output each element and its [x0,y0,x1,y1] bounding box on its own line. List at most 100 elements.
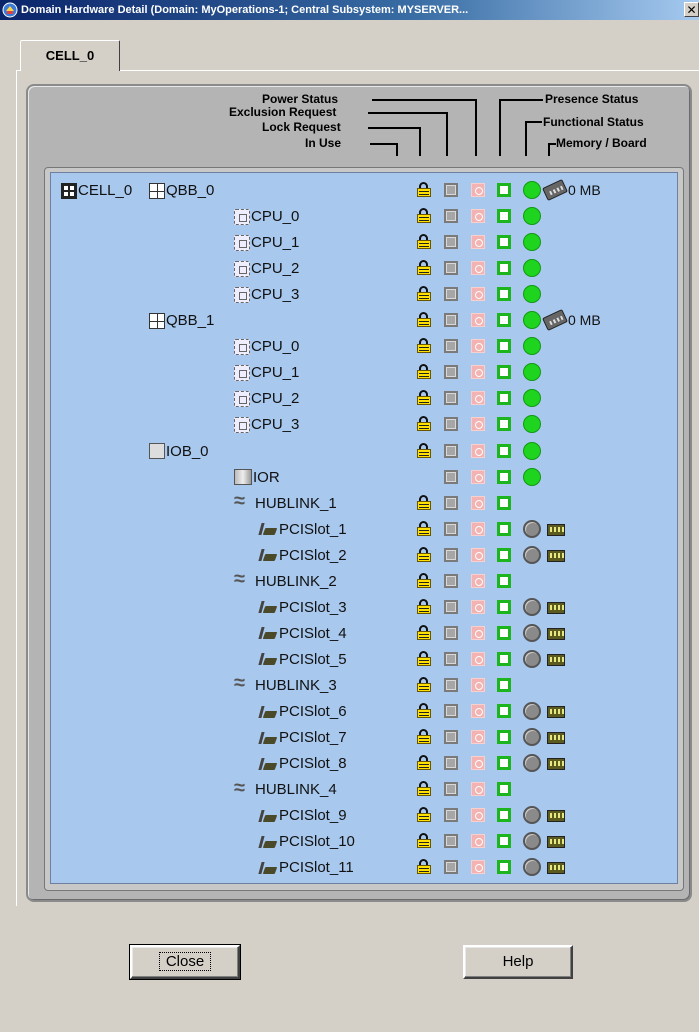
cpu-icon [234,234,250,251]
tree-row[interactable]: PCISlot_2 [51,543,677,569]
exclusion-request-icon [444,625,458,640]
tree-row[interactable]: CPU_3 [51,412,677,438]
tree-node[interactable]: IOB_0 [149,443,209,460]
tree-row[interactable]: HUBLINK_4 [51,777,677,803]
pci-slot-icon [258,860,278,876]
window-close-button[interactable]: ✕ [684,2,699,17]
exclusion-request-icon [444,365,458,380]
tree-node[interactable]: QBB_1 [149,312,214,329]
tree-row[interactable]: CPU_2 [51,386,677,412]
power-status-icon [471,625,485,640]
tree-node[interactable]: PCISlot_2 [258,547,347,564]
tree-node[interactable]: CPU_3 [234,286,299,303]
tree-node-label: QBB_1 [166,312,215,330]
tree-node[interactable]: HUBLINK_2 [234,568,337,591]
tree-row[interactable]: PCISlot_1 [51,517,677,543]
tree-row[interactable]: HUBLINK_2 [51,568,677,595]
unlocked-lock-icon [417,182,431,197]
tree-node[interactable]: CPU_0 [234,338,299,355]
tree-node[interactable]: CPU_1 [234,364,299,381]
tree-row[interactable]: QBB_1 0 MB [51,308,677,334]
tree-node[interactable]: IOR [234,469,280,486]
tree-node[interactable]: PCISlot_7 [258,729,347,746]
tree-node[interactable]: CPU_1 [234,234,299,251]
tree-node[interactable]: PCISlot_3 [258,599,347,616]
tree-node[interactable]: PCISlot_9 [258,807,347,824]
tree-row[interactable]: PCISlot_10 [51,829,677,855]
presence-status-icon [497,261,511,276]
pci-slot-icon [258,756,278,772]
power-status-icon [471,808,485,823]
power-status-icon [471,782,485,797]
slot-status-icon [523,832,541,851]
presence-status-icon [497,417,511,432]
tree-row[interactable]: PCISlot_7 [51,725,677,751]
tree-node[interactable]: CPU_2 [234,260,299,277]
tree-node-label: PCISlot_11 [279,859,354,877]
slot-status-icon [523,519,541,538]
presence-status-icon [497,469,511,484]
functional-status-icon [523,467,541,486]
tree-row[interactable]: IOR [51,465,677,491]
presence-status-icon [497,651,511,666]
tree-node[interactable]: PCISlot_10 [258,833,355,850]
tree-node[interactable]: QBB_0 [149,182,214,199]
tree-node[interactable]: HUBLINK_1 [234,490,337,513]
cpu-icon [234,286,250,303]
tree-row[interactable]: PCISlot_4 [51,621,677,647]
tree-node[interactable]: PCISlot_5 [258,651,347,668]
tree-row[interactable]: CPU_0 [51,204,677,230]
pci-slot-icon [258,651,278,667]
help-button[interactable]: Help [463,945,573,979]
tree-node[interactable]: HUBLINK_3 [234,672,337,695]
tree-row[interactable]: PCISlot_5 [51,647,677,673]
tree-row[interactable]: CPU_0 [51,334,677,360]
hublink-icon [234,568,254,591]
tree-row[interactable]: PCISlot_3 [51,595,677,621]
tree-row[interactable]: CELL_0 QBB_0 0 MB [51,178,677,204]
cell-icon [61,182,77,199]
presence-status-icon [497,756,511,771]
tree-node[interactable]: CPU_3 [234,416,299,433]
tree-node[interactable]: PCISlot_8 [258,755,347,772]
cpu-icon [234,390,250,407]
tree-node[interactable]: CPU_2 [234,390,299,407]
pci-slot-icon [258,625,278,641]
tree-row[interactable]: CPU_1 [51,360,677,386]
tree-node-cell[interactable]: CELL_0 [61,182,132,199]
power-status-icon [471,573,485,588]
exclusion-request-icon [444,495,458,510]
exclusion-request-icon [444,391,458,406]
tree-node[interactable]: HUBLINK_4 [234,777,337,800]
tree-row[interactable]: CPU_1 [51,230,677,256]
hardware-tree[interactable]: CELL_0 QBB_0 0 MB CPU_0 CPU_1 CPU_2 CPU_3 QBB_1… [50,172,678,884]
tree-row[interactable]: IOB_0 [51,439,677,465]
tree-node[interactable]: PCISlot_4 [258,625,347,642]
functional-status-icon [523,207,541,226]
close-button[interactable]: Close [129,944,241,980]
tree-row[interactable]: CPU_2 [51,256,677,282]
cpu-icon [234,260,250,277]
tree-node[interactable]: PCISlot_11 [258,859,354,876]
exclusion-request-icon [444,261,458,276]
pci-slot-icon [258,704,278,720]
connector-power [372,99,477,101]
tree-node-label: PCISlot_5 [279,650,347,668]
tree-row[interactable]: PCISlot_11 [51,855,677,881]
tree-row[interactable]: CPU_3 [51,282,677,308]
tab-cell-0[interactable]: CELL_0 [20,40,120,71]
tree-row[interactable]: HUBLINK_3 [51,672,677,699]
tree-node-label: PCISlot_6 [279,703,347,720]
tree-node[interactable]: PCISlot_6 [258,703,347,720]
tree-row[interactable]: PCISlot_6 [51,699,677,725]
tree-node[interactable]: PCISlot_1 [258,521,347,538]
tree-row[interactable]: HUBLINK_1 [51,490,677,517]
tree-node[interactable]: CPU_0 [234,208,299,225]
tree-row[interactable]: PCISlot_9 [51,803,677,829]
unlocked-lock-icon [417,416,431,432]
window-title: Domain Hardware Detail (Domain: MyOperat… [21,4,469,16]
connector-presence-v [499,99,501,156]
tree-row[interactable]: PCISlot_8 [51,751,677,777]
board-icon [547,732,565,745]
exclusion-request-icon [444,287,458,302]
